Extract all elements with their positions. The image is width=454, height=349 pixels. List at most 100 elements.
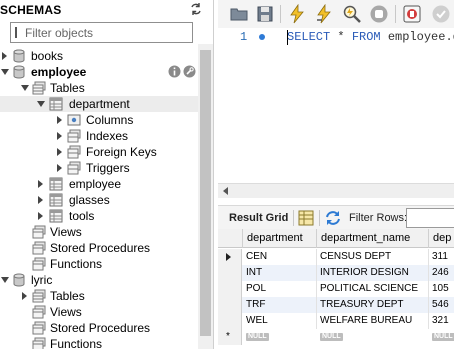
cell-dep[interactable]: 246 — [429, 265, 454, 281]
expand-arrow-icon[interactable] — [55, 163, 65, 173]
collapse-arrow-icon[interactable] — [0, 275, 10, 285]
row-selector[interactable] — [218, 297, 242, 313]
cell-department[interactable]: TRF — [243, 297, 317, 313]
tree-item-columns[interactable]: Columns — [0, 112, 198, 128]
row-selector[interactable] — [218, 265, 242, 281]
table-row[interactable]: WEL WELFARE BUREAU 321 — [218, 313, 454, 329]
indexes-icon — [67, 129, 81, 143]
row-selector[interactable] — [218, 249, 242, 265]
commit-check-icon[interactable] — [431, 4, 451, 24]
navigator-vertical-scrollbar[interactable] — [198, 44, 213, 349]
wrench-settings-icon[interactable] — [183, 65, 196, 78]
table-row[interactable]: INT INTERIOR DESIGN 246 — [218, 265, 454, 281]
row-selector[interactable] — [218, 281, 242, 297]
tree-item-label: employee — [31, 65, 87, 79]
cell-department-name[interactable]: CENSUS DEPT — [317, 249, 429, 265]
tree-item-lyric-stored-procedures[interactable]: Stored Procedures — [0, 320, 198, 336]
tree-item-glasses-table[interactable]: glasses — [0, 192, 198, 208]
execute-current-statement-icon[interactable] — [314, 4, 334, 24]
expand-arrow-icon[interactable] — [36, 211, 46, 221]
execute-lightning-icon[interactable] — [287, 4, 307, 24]
tree-item-label: glasses — [69, 193, 110, 207]
result-grid-tab[interactable]: Result Grid — [229, 212, 288, 224]
sql-editor[interactable]: 1 SELECT * FROM employee.d — [218, 28, 454, 183]
tree-item-functions[interactable]: Functions — [0, 256, 198, 272]
collapse-arrow-icon[interactable] — [36, 99, 46, 109]
row-selector-header[interactable] — [218, 229, 243, 248]
table-row[interactable]: CEN CENSUS DEPT 311 — [218, 249, 454, 265]
grid-form-view-icon[interactable] — [298, 210, 314, 226]
tree-item-lyric-views[interactable]: Views — [0, 304, 198, 320]
stop-hand-icon[interactable] — [369, 4, 389, 24]
cell-department-name[interactable]: TREASURY DEPT — [317, 297, 429, 313]
cell-department[interactable]: WEL — [243, 313, 317, 329]
cell-dep[interactable]: 311 — [429, 249, 454, 265]
tree-item-foreign-keys[interactable]: Foreign Keys — [0, 144, 198, 160]
column-header-department[interactable]: department — [243, 229, 317, 248]
tree-item-employee-schema[interactable]: employee — [0, 64, 198, 80]
tree-item-views[interactable]: Views — [0, 224, 198, 240]
expand-arrow-icon[interactable] — [36, 179, 46, 189]
expand-arrow-icon[interactable] — [55, 115, 65, 125]
column-header-dep[interactable]: dep — [429, 229, 454, 248]
cell-dep[interactable]: 321 — [429, 313, 454, 329]
tree-item-lyric-tables[interactable]: Tables — [0, 288, 198, 304]
expand-arrow-icon[interactable] — [36, 195, 46, 205]
cell-department-name[interactable]: WELFARE BUREAU — [317, 313, 429, 329]
tree-item-books[interactable]: books — [0, 48, 198, 64]
open-folder-icon[interactable] — [229, 4, 249, 24]
tree-item-label: Indexes — [86, 129, 129, 143]
tables-folder-icon — [32, 81, 46, 95]
collapse-arrow-icon[interactable] — [0, 67, 10, 77]
tree-item-label: Tables — [50, 289, 85, 303]
explain-magnifier-icon[interactable] — [342, 4, 362, 24]
expand-arrow-icon[interactable] — [0, 51, 10, 61]
tree-item-tools-table[interactable]: tools — [0, 208, 198, 224]
tree-item-label: Foreign Keys — [86, 145, 157, 159]
column-header-department-name[interactable]: department_name — [317, 229, 429, 248]
row-selector[interactable]: * — [218, 329, 242, 345]
cell-dep[interactable]: 105 — [429, 281, 454, 297]
filter-objects-field[interactable] — [10, 22, 193, 43]
sql-code-line[interactable]: SELECT * FROM employee.d — [287, 30, 454, 44]
collapse-arrow-icon[interactable] — [20, 83, 30, 93]
scroll-left-arrow-icon[interactable] — [221, 186, 231, 196]
tree-item-label: Functions — [50, 257, 103, 271]
filter-objects-input[interactable] — [25, 24, 191, 41]
filter-rows-input[interactable] — [406, 208, 454, 228]
expand-arrow-icon[interactable] — [55, 131, 65, 141]
row-selector[interactable] — [218, 313, 242, 329]
tree-item-triggers[interactable]: Triggers — [0, 160, 198, 176]
tree-item-stored-procedures[interactable]: Stored Procedures — [0, 240, 198, 256]
navigator-scroll-thumb[interactable] — [200, 50, 211, 336]
save-icon[interactable] — [255, 4, 275, 24]
cell-department[interactable]: INT — [243, 265, 317, 281]
sql-keyword: FROM — [351, 30, 381, 44]
refresh-results-icon[interactable] — [324, 210, 342, 226]
cell-department-name[interactable]: POLITICAL SCIENCE — [317, 281, 429, 297]
tree-item-department-table[interactable]: department — [0, 96, 198, 112]
table-row[interactable]: TRF TREASURY DEPT 546 — [218, 297, 454, 313]
tree-item-tables[interactable]: Tables — [0, 80, 198, 96]
filter-rows-label: Filter Rows: — [349, 212, 408, 224]
table-row[interactable]: POL POLITICAL SCIENCE 105 — [218, 281, 454, 297]
expand-arrow-icon[interactable] — [55, 147, 65, 157]
info-icon[interactable] — [168, 65, 181, 78]
cell-department[interactable]: POL — [243, 281, 317, 297]
cell-department-name[interactable]: INTERIOR DESIGN — [317, 265, 429, 281]
navigator-header: SCHEMAS — [0, 0, 214, 20]
toggle-continue-on-error-icon[interactable] — [402, 4, 422, 24]
tree-item-label: Views — [50, 305, 82, 319]
tree-item-indexes[interactable]: Indexes — [0, 128, 198, 144]
new-row-placeholder[interactable]: * NULL NULL NULL — [218, 329, 454, 345]
cell-department[interactable]: CEN — [243, 249, 317, 265]
null-badge: NULL — [246, 333, 269, 341]
editor-toolbar — [218, 0, 454, 28]
tree-item-lyric-schema[interactable]: lyric — [0, 272, 198, 288]
cell-dep[interactable]: 546 — [429, 297, 454, 313]
refresh-schemas-icon[interactable] — [189, 2, 203, 16]
tree-item-employee-table[interactable]: employee — [0, 176, 198, 192]
expand-arrow-icon[interactable] — [20, 291, 30, 301]
editor-horizontal-scrollbar[interactable] — [218, 183, 454, 198]
tree-item-lyric-functions[interactable]: Functions — [0, 336, 198, 349]
